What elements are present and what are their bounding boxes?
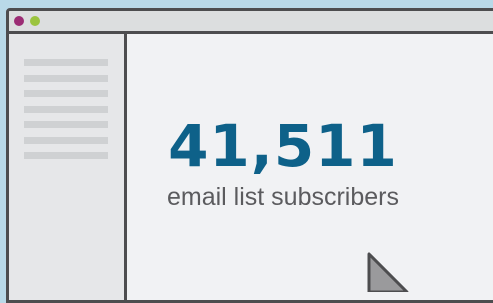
metric-label: email list subscribers [166, 183, 399, 211]
minimize-button[interactable] [30, 16, 40, 26]
sidebar-placeholder-line [24, 121, 108, 128]
close-button[interactable] [14, 16, 24, 26]
metric-value: 41,511 [168, 112, 398, 180]
window-titlebar [9, 11, 493, 34]
sidebar-placeholder-line [24, 137, 108, 144]
pointer-arrow-icon [367, 252, 409, 292]
sidebar-placeholder-line [24, 75, 108, 82]
main-content: 41,511 email list subscribers [127, 34, 493, 300]
sidebar [9, 34, 127, 300]
sidebar-placeholder-line [24, 152, 108, 159]
browser-window: 41,511 email list subscribers [6, 8, 493, 303]
sidebar-placeholder-line [24, 106, 108, 113]
sidebar-placeholder-line [24, 59, 108, 66]
sidebar-placeholder-line [24, 90, 108, 97]
